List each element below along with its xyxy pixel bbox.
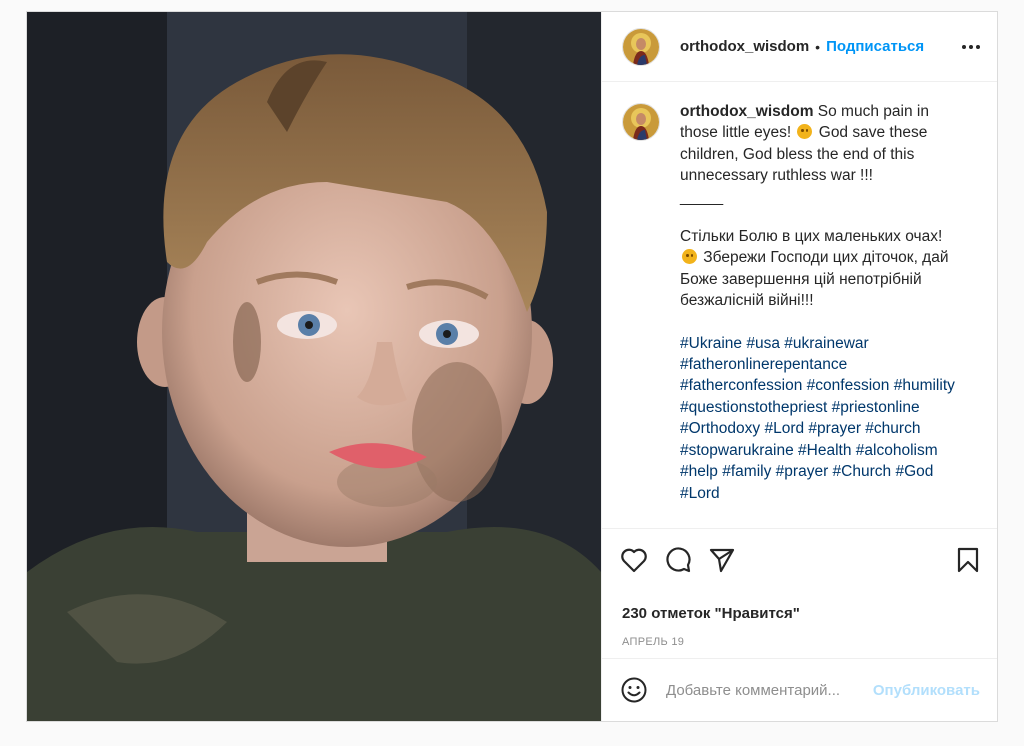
likes-count[interactable]: 230 отметок "Нравится" (622, 605, 997, 622)
comment-icon[interactable] (664, 546, 692, 574)
comment-input[interactable] (664, 680, 858, 700)
christ-icon (623, 104, 659, 140)
hashtag-link[interactable]: #alcoholism (856, 442, 938, 459)
author-username[interactable]: orthodox_wisdom (680, 38, 809, 55)
hashtag-link[interactable]: #family (722, 463, 771, 480)
smiley-icon[interactable] (620, 676, 648, 704)
caption-username[interactable]: orthodox_wisdom (680, 103, 813, 120)
bookmark-icon[interactable] (956, 546, 980, 574)
caption-section: orthodox_wisdom So much pain in those li… (602, 83, 997, 528)
hashtag-link[interactable]: #stopwarukraine (680, 442, 794, 459)
hashtag-link[interactable]: #Ukraine (680, 335, 742, 352)
follow-button[interactable]: Подписаться (826, 38, 924, 55)
hashtag-link[interactable]: #humility (894, 377, 955, 394)
hashtag-link[interactable]: #ukrainewar (784, 335, 868, 352)
caption-avatar[interactable] (622, 103, 660, 141)
hashtag-link[interactable]: #fatherconfession (680, 377, 802, 394)
hashtag-link[interactable]: #Health (798, 442, 851, 459)
christ-icon (623, 28, 659, 65)
caption-uk-part1: Стільки Болю в цих маленьких очах! (680, 228, 943, 246)
hashtag-link[interactable]: #church (865, 420, 920, 437)
separator-dot: • (815, 38, 821, 55)
post-header: orthodox_wisdom • Подписаться (602, 12, 997, 82)
hashtag-link[interactable]: #prayer (808, 420, 861, 437)
hashtag-link[interactable]: #usa (746, 335, 780, 352)
crying-child-photo (27, 12, 601, 721)
hashtag-link[interactable]: #prayer (776, 463, 829, 480)
post-card: orthodox_wisdom • Подписаться orthodox_w… (26, 11, 998, 722)
hashtag-link[interactable]: #Church (833, 463, 892, 480)
hashtag-link[interactable]: #priestonline (832, 399, 920, 416)
hashtag-list: #Ukraine #usa #ukrainewar #fatheronliner… (680, 333, 970, 504)
caption-text: orthodox_wisdom So much pain in those li… (680, 101, 970, 504)
author-avatar[interactable] (622, 27, 660, 66)
action-icons (602, 529, 997, 577)
hashtag-link[interactable]: #Orthodoxy (680, 420, 760, 437)
hashtag-link[interactable]: #help (680, 463, 718, 480)
caption-separator: _____ (680, 188, 724, 206)
caption-uk-part2: Збережи Господи цих діточок, дай Боже за… (680, 249, 949, 310)
post-sidebar: orthodox_wisdom • Подписаться orthodox_w… (601, 12, 997, 721)
hashtag-link[interactable]: #Lord (764, 420, 804, 437)
hashtag-link[interactable]: #Lord (680, 485, 720, 502)
hashtag-link[interactable]: #confession (807, 377, 890, 394)
hashtag-link[interactable]: #God (895, 463, 933, 480)
sad-face-icon (797, 124, 813, 140)
more-options-icon[interactable] (960, 39, 982, 55)
post-actions: 230 отметок "Нравится" АПРЕЛЬ 19 (602, 528, 997, 659)
hashtag-link[interactable]: #fatheronlinerepentance (680, 356, 847, 373)
post-date[interactable]: АПРЕЛЬ 19 (622, 636, 997, 648)
publish-button[interactable]: Опубликовать (873, 682, 980, 699)
comment-bar: Опубликовать (602, 658, 997, 721)
share-icon[interactable] (708, 546, 736, 574)
hashtag-link[interactable]: #questionstothepriest (680, 399, 827, 416)
heart-icon[interactable] (620, 547, 648, 573)
post-image[interactable] (27, 12, 601, 721)
sad-face-icon (682, 249, 697, 265)
